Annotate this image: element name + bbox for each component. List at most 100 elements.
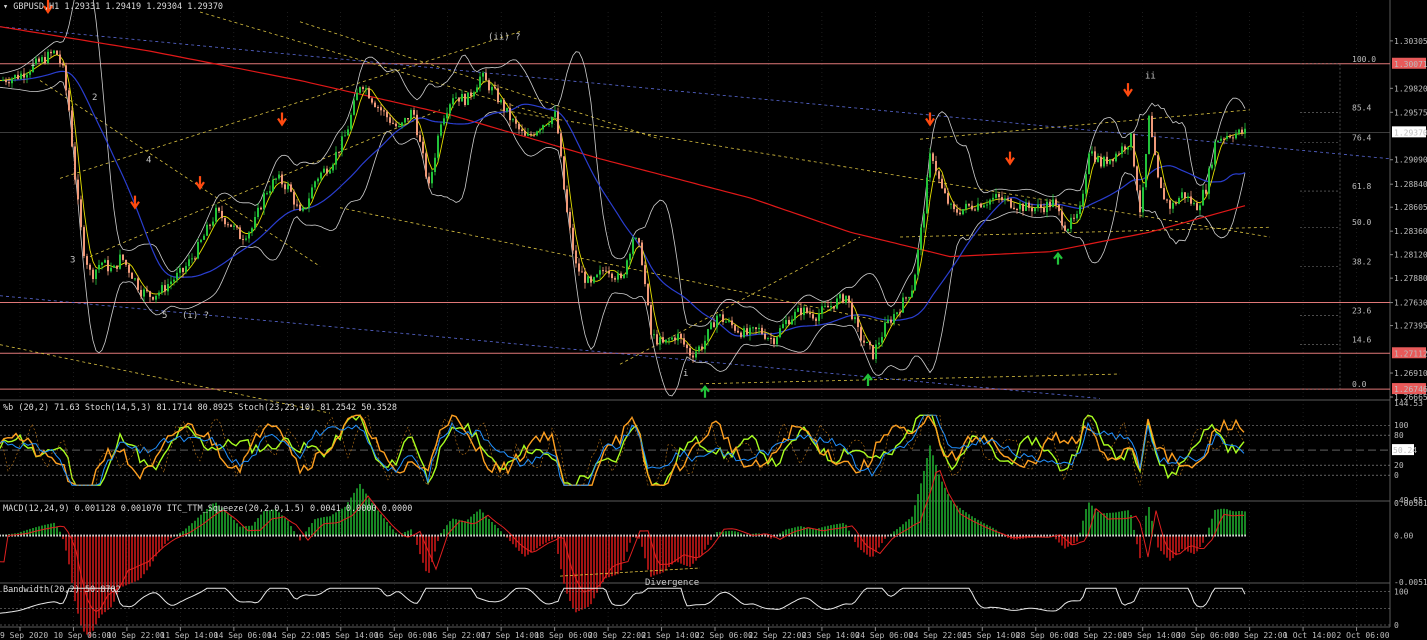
candle-body	[575, 250, 577, 264]
candle-body	[779, 328, 781, 338]
candle-body	[953, 203, 955, 210]
candle-body	[455, 97, 457, 99]
squeeze-dot	[326, 534, 328, 537]
time-label: 30 Sep 22:00	[1230, 631, 1288, 640]
candle-body	[131, 272, 133, 279]
candle-body	[446, 113, 448, 119]
candle-body	[959, 212, 961, 215]
squeeze-dot	[710, 534, 712, 537]
candle-body	[530, 133, 532, 135]
bw-tick: 100	[1394, 588, 1409, 597]
candle-body	[1163, 188, 1165, 200]
squeeze-dot	[344, 534, 346, 537]
time-label: 2 Oct 06:00	[1337, 631, 1390, 640]
fib-label: 0.0	[1352, 380, 1367, 389]
candle-body	[1121, 146, 1123, 154]
candle-body	[692, 355, 694, 358]
candle-body	[680, 333, 682, 339]
wave-label: 1	[30, 59, 35, 69]
candle-body	[281, 174, 283, 185]
squeeze-dot	[809, 534, 811, 537]
squeeze-dot	[176, 534, 178, 537]
squeeze-dot	[62, 534, 64, 537]
candle-body	[743, 328, 745, 338]
squeeze-dot	[845, 534, 847, 537]
candle-body	[467, 92, 469, 106]
squeeze-dot	[965, 534, 967, 537]
candle-body	[290, 184, 292, 192]
candle-body	[1076, 213, 1078, 219]
candle-body	[659, 337, 661, 345]
candle-body	[776, 337, 778, 345]
squeeze-dot	[1040, 534, 1042, 537]
squeeze-dot	[656, 534, 658, 537]
candle-body	[947, 193, 949, 204]
candle-body	[185, 266, 187, 272]
squeeze-dot	[464, 534, 466, 537]
candle-body	[1151, 115, 1153, 138]
candle-body	[167, 284, 169, 292]
candle-body	[761, 327, 763, 334]
candle-body	[479, 76, 481, 88]
candle-body	[1016, 209, 1018, 211]
squeeze-dot	[125, 534, 127, 537]
squeeze-dot	[821, 534, 823, 537]
squeeze-dot	[86, 534, 88, 537]
candle-body	[263, 193, 265, 210]
squeeze-dot	[416, 534, 418, 537]
candle-body	[785, 320, 787, 325]
squeeze-dot	[0, 534, 1, 537]
squeeze-dot	[890, 534, 892, 537]
squeeze-dot	[1118, 534, 1120, 537]
squeeze-dot	[908, 534, 910, 537]
squeeze-dot	[380, 534, 382, 537]
trading-chart[interactable]: 12345 (i) ?(ii) ?iii 100.085.476.461.850.…	[0, 0, 1427, 640]
price-axis: 1.30305 1.30071 1.29820 1.29575 1.29370 1.290…	[1390, 37, 1427, 402]
candle-body	[1112, 159, 1114, 162]
candle-body	[920, 227, 922, 250]
squeeze-dot	[107, 534, 109, 537]
squeeze-dot	[320, 534, 322, 537]
wave-label: (i) ?	[182, 311, 209, 321]
candle-body	[38, 58, 40, 62]
candle-body	[866, 341, 868, 343]
candle-body	[986, 204, 988, 206]
osc-tick: 100	[1394, 421, 1409, 430]
squeeze-dot	[26, 534, 28, 537]
candle-body	[1166, 199, 1168, 201]
squeeze-dot	[173, 534, 175, 537]
squeeze-dot	[647, 534, 649, 537]
squeeze-dot	[803, 534, 805, 537]
candle-body	[137, 278, 139, 290]
candle-body	[1214, 142, 1216, 165]
squeeze-dot	[599, 534, 601, 537]
candle-body	[617, 273, 619, 280]
candle-body	[323, 168, 325, 173]
squeeze-dot	[281, 534, 283, 537]
squeeze-dot	[386, 534, 388, 537]
squeeze-dot	[44, 534, 46, 537]
candle-body	[512, 119, 514, 121]
candle-body	[797, 308, 799, 312]
squeeze-dot	[854, 534, 856, 537]
candle-body	[656, 334, 658, 345]
candle-body	[464, 93, 466, 106]
candle-body	[182, 267, 184, 272]
candle-body	[722, 314, 724, 322]
time-label: 16 Sep 22:00	[428, 631, 486, 640]
candle-body	[173, 279, 175, 282]
candle-body	[1010, 198, 1012, 208]
squeeze-dot	[977, 534, 979, 537]
squeeze-dot	[653, 534, 655, 537]
squeeze-dot	[194, 534, 196, 537]
squeeze-dot	[1181, 534, 1183, 537]
candle-body	[1109, 159, 1111, 164]
candle-body	[506, 107, 508, 112]
time-label: 21 Sep 14:00	[642, 631, 700, 640]
candle-body	[476, 87, 478, 93]
squeeze-dot	[533, 534, 535, 537]
candle-body	[929, 153, 931, 178]
squeeze-dot	[944, 534, 946, 537]
candle-body	[1091, 151, 1093, 154]
candle-body	[275, 178, 277, 180]
